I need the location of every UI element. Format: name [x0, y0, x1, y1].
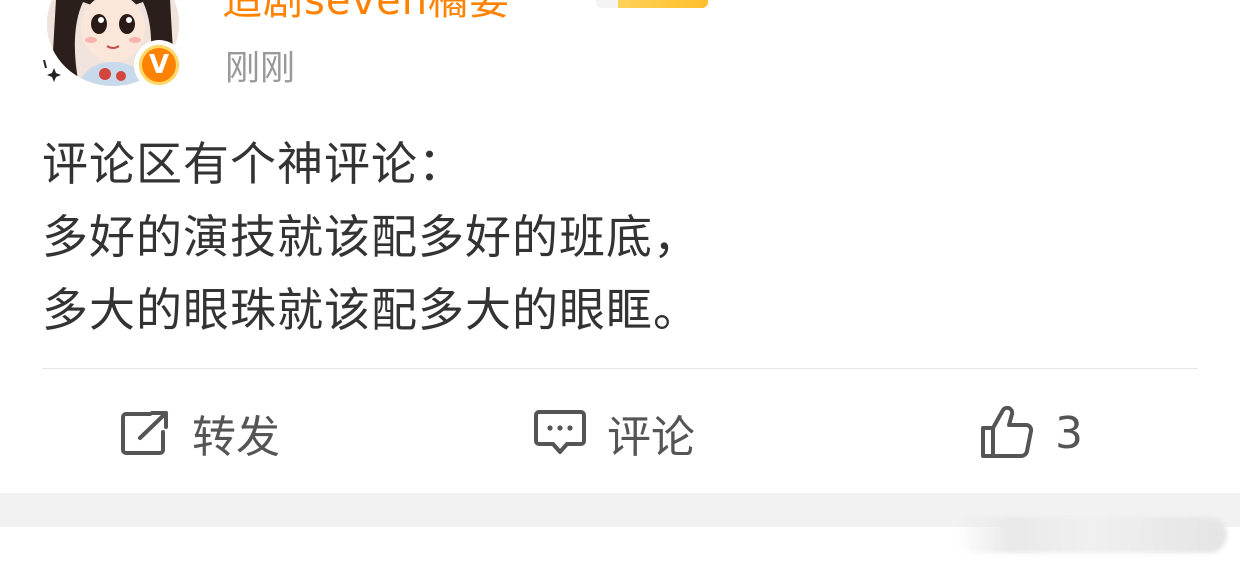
post-text-line: 多好的演技就该配多好的班底， — [42, 210, 700, 264]
post-timestamp: 刚刚 — [225, 49, 296, 89]
weibo-post-card: V 追剧seven橘要 刚刚 评论区有个神评论： 多好的演技就该配多好的班底， … — [0, 0, 1240, 493]
verified-badge-letter: V — [139, 45, 179, 85]
username[interactable]: 追剧seven橘要 — [222, 0, 510, 26]
like-count: 3 — [1055, 407, 1083, 459]
divider — [42, 368, 1198, 369]
next-post-preview — [955, 517, 1227, 553]
comment-button[interactable]: 评论 — [533, 400, 695, 466]
repost-label: 转发 — [192, 412, 280, 463]
repost-button[interactable]: 转发 — [120, 400, 280, 466]
post-text-line: 多大的眼珠就该配多大的眼眶。 — [42, 283, 700, 337]
level-badge — [596, 0, 708, 8]
post-text-line: 评论区有个神评论： — [42, 137, 465, 191]
comment-icon — [534, 410, 586, 454]
more-icon[interactable] — [1170, 0, 1190, 4]
repost-icon — [121, 411, 168, 455]
sparkle-icon — [43, 60, 61, 82]
like-button[interactable]: 3 — [979, 400, 1083, 466]
comment-label: 评论 — [607, 412, 695, 463]
verified-badge-icon: V — [134, 40, 184, 90]
thumbs-up-icon — [981, 406, 1034, 458]
post-content: 评论区有个神评论： 多好的演技就该配多好的班底， 多大的眼珠就该配多大的眼眶。 — [42, 128, 1192, 347]
